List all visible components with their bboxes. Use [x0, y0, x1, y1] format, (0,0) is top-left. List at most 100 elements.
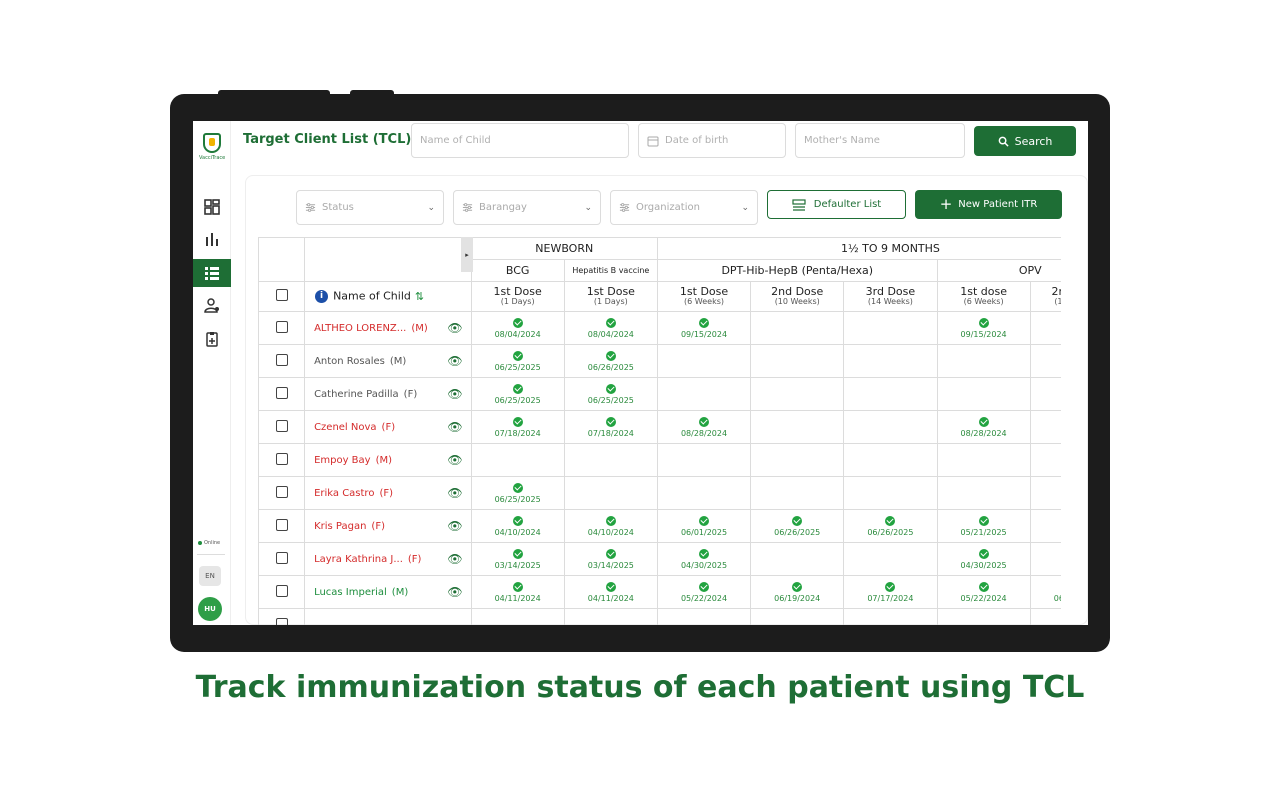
row-checkbox-cell[interactable]: [258, 608, 306, 625]
mother-name-input[interactable]: Mother's Name: [795, 123, 965, 158]
row-checkbox[interactable]: [275, 353, 288, 366]
nav-list[interactable]: [193, 259, 231, 287]
dose-cell[interactable]: [1029, 443, 1061, 477]
collapse-columns-toggle[interactable]: ▸: [461, 237, 473, 272]
dose-cell[interactable]: 03/14/2025: [470, 542, 565, 576]
dose-cell[interactable]: 08/04/2024: [470, 311, 565, 345]
eye-icon[interactable]: 👁: [447, 486, 462, 500]
info-icon[interactable]: i: [315, 290, 329, 303]
eye-icon[interactable]: 👁: [447, 453, 462, 467]
dose-cell[interactable]: 06/26/2025: [750, 509, 845, 543]
dose-cell[interactable]: [750, 476, 845, 510]
child-name[interactable]: ALTHEO LORENZ...: [314, 323, 406, 334]
eye-icon[interactable]: 👁: [447, 321, 462, 335]
dose-cell[interactable]: [750, 311, 845, 345]
dose-cell[interactable]: [1029, 311, 1061, 345]
row-checkbox-cell[interactable]: [258, 476, 306, 510]
dose-cell[interactable]: 06/25/2025: [470, 377, 565, 411]
dose-cell[interactable]: 06/19/2024: [1029, 575, 1061, 609]
dose-cell[interactable]: 06/25/2025: [470, 344, 565, 378]
dose-cell[interactable]: [936, 377, 1031, 411]
dose-cell[interactable]: [843, 608, 938, 625]
nav-clipboard[interactable]: [193, 325, 231, 353]
dose-cell[interactable]: [563, 443, 658, 477]
tcl-table-wrapper[interactable]: NEWBORN 1½ TO 9 MONTHS BCG Hepatitis B v…: [258, 237, 1061, 625]
defaulter-list-button[interactable]: Defaulter List: [767, 190, 906, 219]
dose-cell[interactable]: [750, 542, 845, 576]
dose-cell[interactable]: [936, 608, 1031, 625]
child-name-cell[interactable]: [304, 608, 472, 625]
avatar[interactable]: HU: [198, 597, 222, 621]
row-checkbox[interactable]: [275, 452, 288, 465]
row-checkbox-cell[interactable]: [258, 443, 306, 477]
dose-cell[interactable]: 06/19/2024: [750, 575, 845, 609]
dose-cell[interactable]: [656, 344, 752, 378]
dose-cell[interactable]: 06/01/2025: [656, 509, 752, 543]
dose-cell[interactable]: 08/28/2024: [936, 410, 1031, 444]
dose-cell[interactable]: [470, 443, 565, 477]
language-button[interactable]: EN: [199, 566, 221, 586]
eye-icon[interactable]: 👁: [447, 585, 462, 599]
dose-cell[interactable]: [1029, 377, 1061, 411]
dose-cell[interactable]: [936, 344, 1031, 378]
eye-icon[interactable]: 👁: [447, 420, 462, 434]
row-checkbox[interactable]: [275, 419, 288, 432]
app-logo[interactable]: VacciTrace: [199, 133, 225, 161]
row-checkbox-cell[interactable]: [258, 542, 306, 576]
eye-icon[interactable]: 👁: [447, 354, 462, 368]
dose-cell[interactable]: 04/30/2025: [936, 542, 1031, 576]
child-name[interactable]: Lucas Imperial: [314, 587, 387, 598]
dose-cell[interactable]: [1029, 344, 1061, 378]
child-name-cell[interactable]: Erika Castro (F) 👁: [304, 476, 472, 510]
dose-cell[interactable]: [843, 344, 938, 378]
name-column-header[interactable]: i Name of Child ⇅: [304, 281, 472, 312]
table-row[interactable]: Layra Kathrina J... (F) 👁 03/14/2025 03/14/2…: [258, 542, 1061, 576]
dose-cell[interactable]: [750, 344, 845, 378]
child-name[interactable]: Kris Pagan: [314, 521, 366, 532]
row-checkbox-cell[interactable]: [258, 509, 306, 543]
row-checkbox[interactable]: [275, 386, 288, 399]
dose-cell[interactable]: [843, 476, 938, 510]
row-checkbox-cell[interactable]: [258, 344, 306, 378]
dob-input[interactable]: Date of birth: [638, 123, 786, 158]
dose-cell[interactable]: 05/22/2024: [936, 575, 1031, 609]
dose-cell[interactable]: 07/18/2024: [470, 410, 565, 444]
row-checkbox[interactable]: [275, 551, 288, 564]
dose-cell[interactable]: 08/04/2024: [563, 311, 658, 345]
row-checkbox[interactable]: [275, 320, 288, 333]
child-name[interactable]: Erika Castro: [314, 488, 374, 499]
dose-cell[interactable]: [750, 608, 845, 625]
table-row[interactable]: [258, 608, 1061, 625]
dose-cell[interactable]: 09/15/2024: [656, 311, 752, 345]
dose-cell[interactable]: [656, 608, 752, 625]
dose-cell[interactable]: 04/11/2024: [563, 575, 658, 609]
barangay-filter[interactable]: Barangay ⌄: [453, 190, 601, 225]
select-all-checkbox[interactable]: [275, 288, 288, 301]
child-name-cell[interactable]: Catherine Padilla (F) 👁: [304, 377, 472, 411]
child-name-cell[interactable]: Empoy Bay (M) 👁: [304, 443, 472, 477]
dose-cell[interactable]: [843, 377, 938, 411]
row-checkbox-cell[interactable]: [258, 377, 306, 411]
table-row[interactable]: Anton Rosales (M) 👁 06/25/2025 06/26/2025: [258, 344, 1061, 378]
nav-users[interactable]: [193, 291, 231, 319]
dose-cell[interactable]: 06/25/2025: [470, 476, 565, 510]
dose-cell[interactable]: [750, 443, 845, 477]
dose-cell[interactable]: 07/17/2024: [843, 575, 938, 609]
dose-cell[interactable]: 05/21/2025: [936, 509, 1031, 543]
dose-cell[interactable]: 09/15/2024: [936, 311, 1031, 345]
dose-cell[interactable]: [656, 443, 752, 477]
nav-reports[interactable]: [193, 225, 231, 253]
child-name-cell[interactable]: Czenel Nova (F) 👁: [304, 410, 472, 444]
dose-cell[interactable]: 06/26/2025: [563, 344, 658, 378]
dose-cell[interactable]: 06/26/2025: [843, 509, 938, 543]
dose-cell[interactable]: 04/11/2024: [470, 575, 565, 609]
table-row[interactable]: Erika Castro (F) 👁 06/25/2025: [258, 476, 1061, 510]
table-row[interactable]: Lucas Imperial (M) 👁 04/11/2024 04/11/2024 05…: [258, 575, 1061, 609]
child-name[interactable]: Layra Kathrina J...: [314, 554, 403, 565]
child-name-cell[interactable]: Anton Rosales (M) 👁: [304, 344, 472, 378]
row-checkbox[interactable]: [275, 518, 288, 531]
row-checkbox-cell[interactable]: [258, 410, 306, 444]
dose-cell[interactable]: [563, 608, 658, 625]
dose-cell[interactable]: [1029, 410, 1061, 444]
dose-cell[interactable]: 05/22/2024: [656, 575, 752, 609]
